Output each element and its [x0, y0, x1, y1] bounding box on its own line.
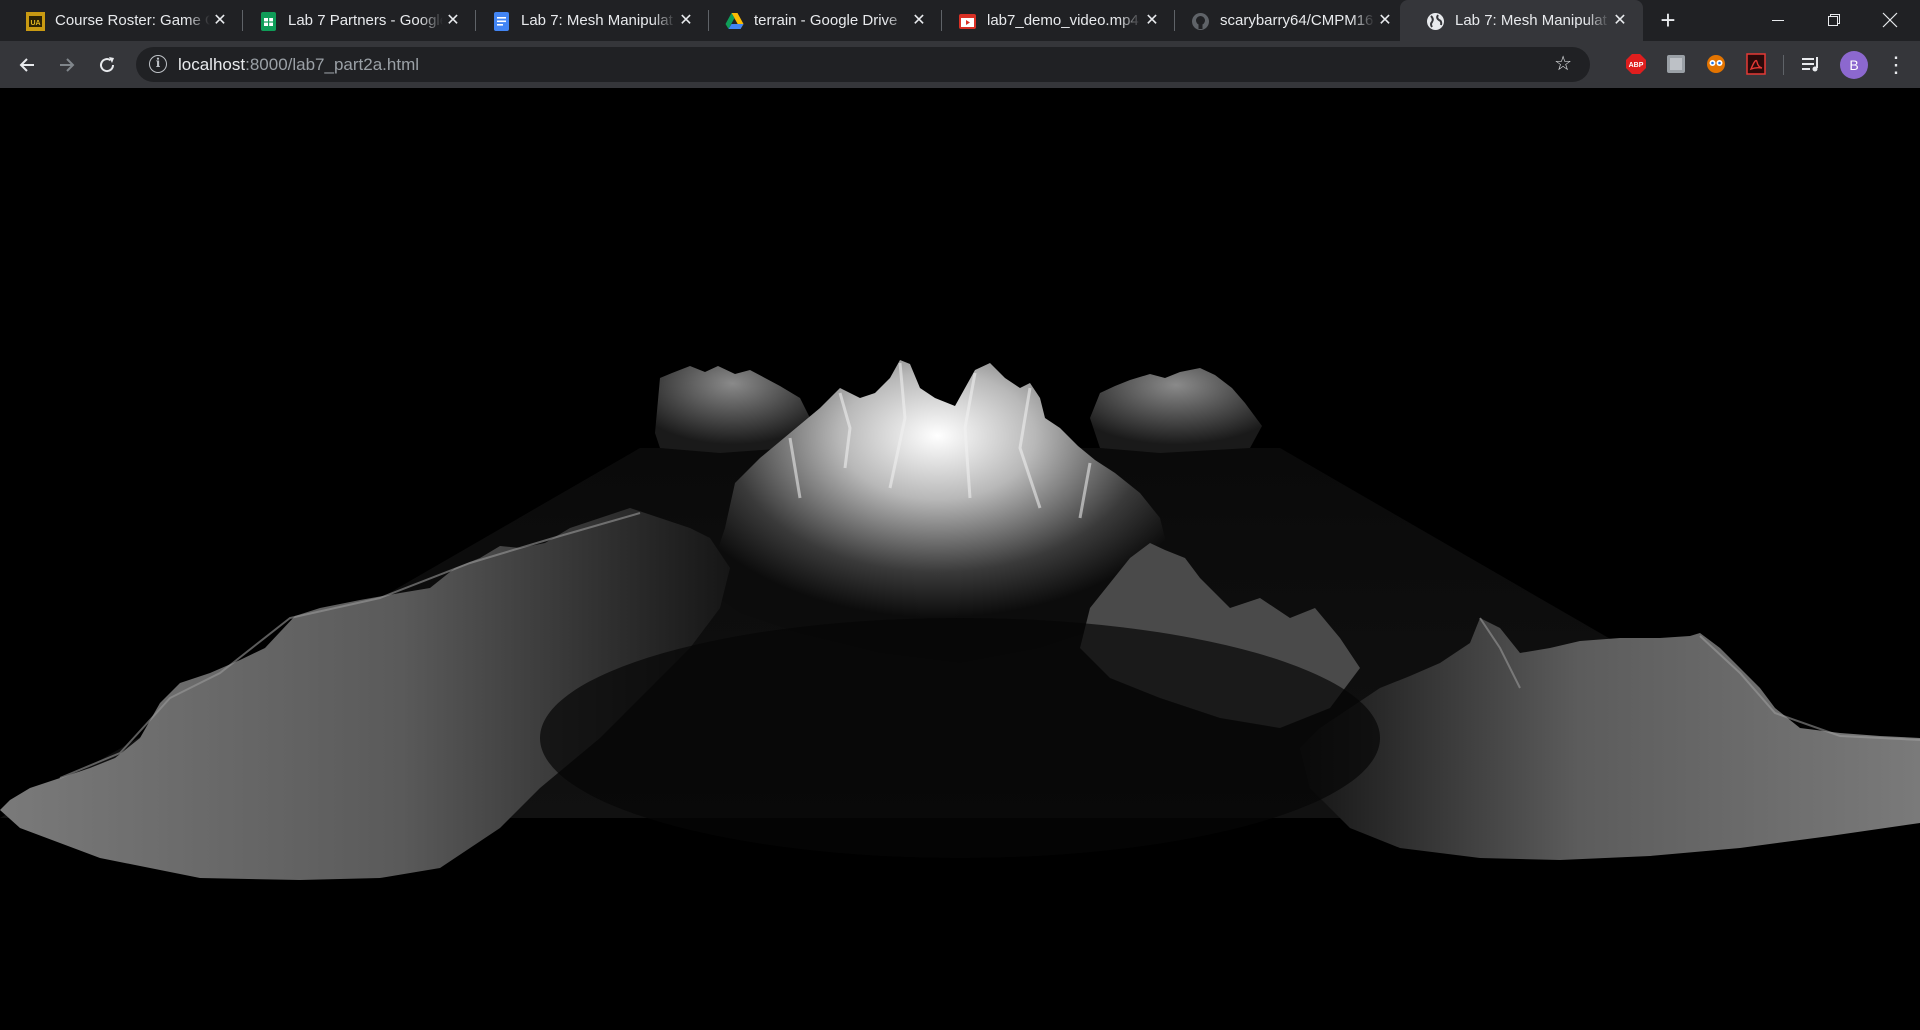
tab-demo-video[interactable]: lab7_demo_video.mp4 ✕	[932, 0, 1175, 41]
address-bar[interactable]: i localhost:8000/lab7_part2a.html ☆	[136, 47, 1590, 82]
tab-github-repo[interactable]: scarybarry64/CMPM16 ✕	[1165, 0, 1408, 41]
url-path: :8000/lab7_part2a.html	[245, 55, 420, 74]
toolbar-divider	[1783, 55, 1784, 75]
tab-course-roster[interactable]: UA Course Roster: Game G ✕	[0, 0, 243, 41]
page-viewport[interactable]	[0, 88, 1920, 1030]
bookmark-star-icon[interactable]: ☆	[1554, 53, 1572, 75]
close-window-button[interactable]	[1870, 8, 1910, 32]
tab-title: lab7_demo_video.mp4	[987, 12, 1139, 29]
forward-arrow-icon	[60, 58, 75, 72]
terrain-mesh-render	[0, 360, 1920, 880]
tab-title: scarybarry64/CMPM16	[1220, 12, 1374, 29]
restore-button[interactable]	[1814, 8, 1854, 32]
video-file-icon	[959, 14, 976, 29]
google-docs-icon	[494, 12, 509, 31]
media-controls-icon[interactable]	[1800, 53, 1822, 75]
back-arrow-icon	[19, 58, 34, 72]
adblock-icon[interactable]: ABP	[1625, 53, 1647, 75]
course-roster-icon: UA	[26, 12, 45, 31]
tab-title: Lab 7 Partners - Google	[288, 12, 443, 29]
extension-square-icon[interactable]	[1665, 53, 1687, 75]
back-button[interactable]	[13, 51, 41, 79]
tab-title: Course Roster: Game G	[55, 12, 210, 29]
terrain-hill-back-right	[1090, 368, 1262, 453]
reload-icon	[100, 57, 115, 73]
google-drive-icon	[725, 13, 744, 29]
profile-avatar[interactable]: B	[1840, 51, 1868, 79]
terrain-valley-shadow	[540, 618, 1380, 858]
restore-icon	[1828, 14, 1840, 26]
minimize-button[interactable]	[1758, 8, 1798, 32]
url-text[interactable]: localhost:8000/lab7_part2a.html	[178, 55, 419, 74]
tab-title: Lab 7: Mesh Manipulat	[521, 12, 673, 29]
close-tab-icon[interactable]: ✕	[1376, 12, 1394, 30]
tab-terrain-drive[interactable]: terrain - Google Drive ✕	[699, 0, 942, 41]
tab-lab7-partners[interactable]: Lab 7 Partners - Google ✕	[233, 0, 476, 41]
tab-lab7-active[interactable]: Lab 7: Mesh Manipulat ✕	[1400, 0, 1643, 41]
tab-strip: UA Course Roster: Game G ✕ Lab 7 Partner…	[0, 0, 1920, 41]
tab-title: Lab 7: Mesh Manipulat	[1455, 12, 1607, 29]
tab-title: terrain - Google Drive	[754, 12, 898, 29]
reload-button[interactable]	[93, 51, 121, 79]
close-tab-icon[interactable]: ✕	[1143, 12, 1161, 30]
url-host: localhost	[178, 55, 246, 74]
pdf-icon[interactable]	[1745, 53, 1767, 75]
new-tab-button[interactable]: +	[1655, 7, 1681, 34]
browser-toolbar: i localhost:8000/lab7_part2a.html ☆ ABP …	[0, 41, 1920, 88]
chrome-menu-icon[interactable]: ⋮	[1885, 51, 1907, 79]
close-tab-icon[interactable]: ✕	[211, 12, 229, 30]
close-tab-icon[interactable]: ✕	[910, 12, 928, 30]
site-info-icon[interactable]: i	[149, 55, 167, 73]
forward-button[interactable]	[53, 51, 81, 79]
google-sheets-icon	[261, 12, 276, 31]
tab-lab7-doc[interactable]: Lab 7: Mesh Manipulat ✕	[466, 0, 709, 41]
svg-text:UA: UA	[30, 20, 40, 27]
globe-icon	[1427, 13, 1444, 30]
github-icon	[1192, 13, 1209, 30]
close-tab-icon[interactable]: ✕	[677, 12, 695, 30]
minimize-icon	[1772, 20, 1784, 21]
svg-text:ABP: ABP	[1629, 62, 1644, 69]
close-tab-icon[interactable]: ✕	[1611, 12, 1629, 30]
close-window-icon	[1882, 12, 1898, 28]
close-tab-icon[interactable]: ✕	[444, 12, 462, 30]
extension-eyes-icon[interactable]	[1705, 53, 1727, 75]
